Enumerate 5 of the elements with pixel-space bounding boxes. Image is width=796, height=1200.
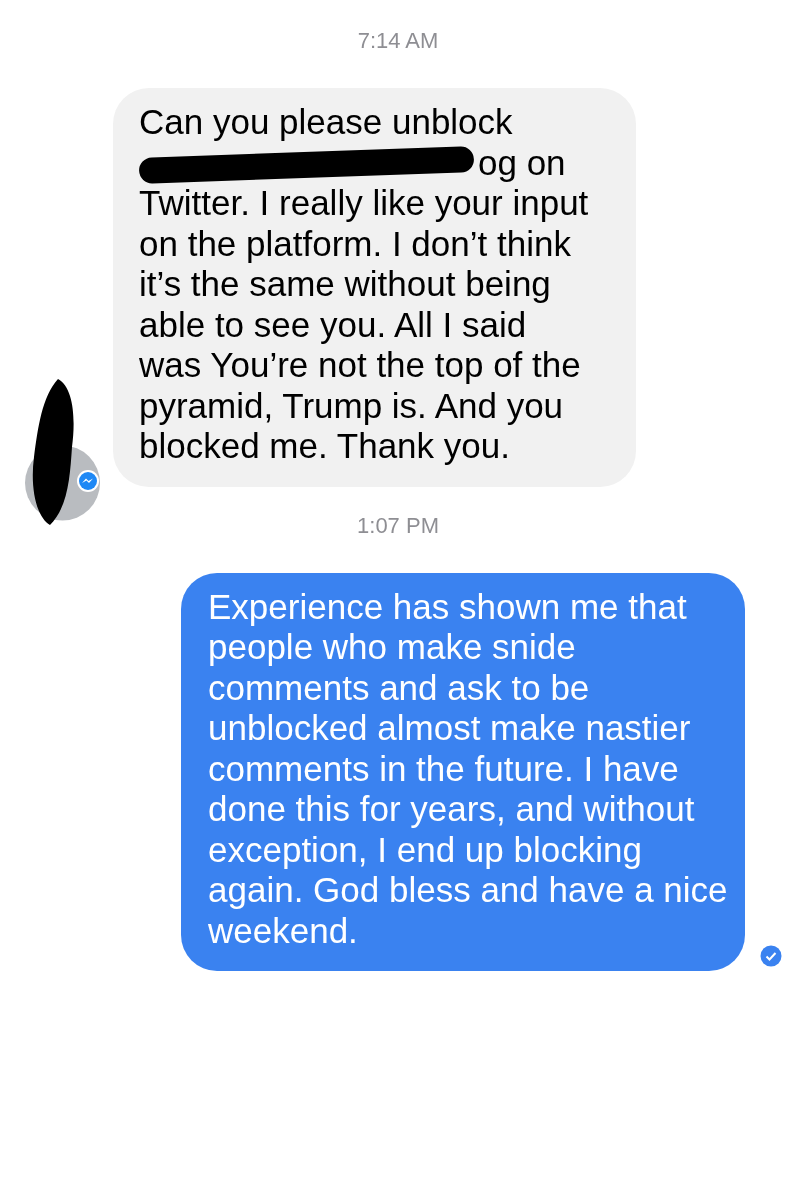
message-bubble: Can you please unblock og on Twitter. I really like your input on the platform. I don’t think it’s the same without being able to see you. All I said was You’re not the top of the pyramid, Trump is. And you blocked me. Thank you. [113,88,636,487]
timestamp: 1:07 PM [357,511,439,540]
messenger-icon [76,468,100,493]
message-bubble: Experience has shown me that people who make snide comments and ask to be unblocked almost make nastier comments in the future. I have done this for years, and without exception, I end up blocking again. God bless and have a nice weekend. [181,572,745,971]
timestamp: 7:14 AM [357,27,439,55]
